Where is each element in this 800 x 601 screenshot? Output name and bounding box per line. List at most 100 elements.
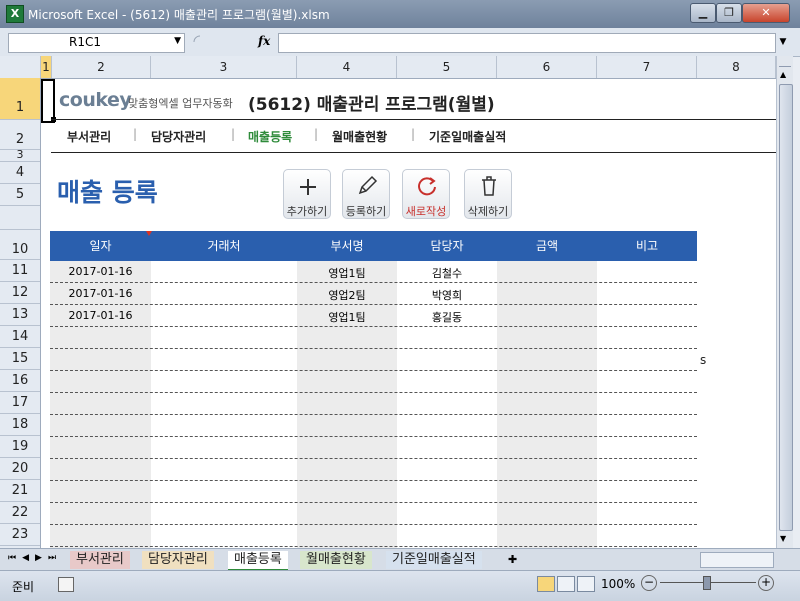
- vertical-scrollbar[interactable]: ▲ ▼: [776, 56, 793, 548]
- scrollbar-thumb[interactable]: [779, 84, 793, 531]
- add-button[interactable]: 추가하기: [283, 169, 331, 219]
- cell-date[interactable]: 2017-01-16: [50, 287, 151, 300]
- column-header-8[interactable]: 8: [697, 56, 776, 78]
- row-divider: [50, 414, 697, 415]
- sheet-tab-manager[interactable]: 담당자관리: [142, 551, 214, 569]
- row-header-item[interactable]: 13: [0, 304, 40, 326]
- split-handle-icon[interactable]: [779, 58, 791, 67]
- insert-sheet-icon[interactable]: ✚: [508, 553, 517, 566]
- row-header-item[interactable]: 12: [0, 282, 40, 304]
- divider-handle-icon[interactable]: [188, 33, 260, 51]
- zoom-slider-thumb[interactable]: [703, 576, 711, 590]
- scroll-up-icon[interactable]: ▲: [780, 70, 786, 79]
- menu-baseline-sales[interactable]: 기준일매출실적: [429, 128, 506, 145]
- delete-button-label: 삭제하기: [467, 205, 509, 218]
- tab-nav-arrows-icon[interactable]: ⏮◀▶⏭: [8, 553, 62, 563]
- restore-button[interactable]: ❐: [716, 3, 742, 23]
- row-header-item[interactable]: 16: [0, 370, 40, 392]
- row-divider: [50, 436, 697, 437]
- row-header-item[interactable]: 2: [0, 120, 40, 150]
- delete-button[interactable]: 삭제하기: [464, 169, 512, 219]
- zoom-out-icon[interactable]: −: [641, 575, 657, 591]
- row-header-item[interactable]: 23: [0, 524, 40, 546]
- row-header-item[interactable]: 14: [0, 326, 40, 348]
- sheet-tab-bar: ⏮◀▶⏭ 부서관리 담당자관리 매출등록 월매출현황 기준일매출실적 ✚: [0, 548, 800, 571]
- zoom-in-icon[interactable]: +: [758, 575, 774, 591]
- column-header-5[interactable]: 5: [397, 56, 497, 78]
- row-header-item[interactable]: 15: [0, 348, 40, 370]
- cell-manager[interactable]: 박영희: [397, 287, 497, 303]
- expand-formula-icon[interactable]: ▼: [776, 33, 790, 51]
- name-box[interactable]: R1C1 ▼: [8, 33, 185, 53]
- register-button[interactable]: 등록하기: [342, 169, 390, 219]
- row-header: 1 2 3 4 5 10 11 12 13 14 15 16 17 18 19 …: [0, 78, 41, 548]
- cell-date[interactable]: 2017-01-16: [50, 265, 151, 278]
- row-header-item[interactable]: 18: [0, 414, 40, 436]
- minimize-button[interactable]: ▁: [690, 3, 716, 23]
- close-button[interactable]: ✕: [742, 3, 790, 23]
- zoom-level[interactable]: 100%: [601, 577, 635, 591]
- row-header-item[interactable]: 10: [0, 230, 40, 260]
- row-header-item[interactable]: 5: [0, 184, 40, 206]
- cell-department[interactable]: 영업2팀: [297, 287, 397, 303]
- column-header-2[interactable]: 2: [52, 56, 151, 78]
- row-header-hidden[interactable]: [0, 206, 40, 230]
- normal-view-icon[interactable]: [537, 576, 555, 592]
- cell-manager[interactable]: 김철수: [397, 265, 497, 281]
- menu-manager[interactable]: 담당자관리: [151, 128, 206, 145]
- table-header-amount: 금액: [535, 239, 559, 253]
- row-header-item[interactable]: 22: [0, 502, 40, 524]
- table-header: 일자 거래처 부서명 담당자 금액 비고: [50, 231, 697, 261]
- row-header-item[interactable]: 4: [0, 162, 40, 184]
- scroll-down-icon[interactable]: ▼: [780, 534, 786, 543]
- cell-department[interactable]: 영업1팀: [297, 309, 397, 325]
- menu-separator: |: [133, 127, 138, 141]
- worksheet[interactable]: coukey 맞춤형엑셀 업무자동화 (5612) 매출관리 프로그램(월별) …: [41, 79, 776, 548]
- new-entry-button-label: 새로작성: [405, 205, 447, 218]
- row-header-item[interactable]: 1: [0, 78, 40, 120]
- table-header-note: 비고: [635, 239, 659, 253]
- column-header-1[interactable]: 1: [41, 56, 52, 78]
- chevron-down-icon[interactable]: ▼: [174, 36, 181, 46]
- formula-input[interactable]: [278, 33, 776, 53]
- row-header-item[interactable]: 17: [0, 392, 40, 414]
- column-header: 1 2 3 4 5 6 7 8: [0, 56, 776, 79]
- row-header-item[interactable]: 3: [0, 149, 40, 162]
- menu-separator: |: [411, 127, 416, 141]
- row-header-item[interactable]: 20: [0, 458, 40, 480]
- sheet-tab-monthly-sales[interactable]: 월매출현황: [300, 551, 372, 569]
- row-header-item[interactable]: 21: [0, 480, 40, 502]
- insert-function-icon[interactable]: fx: [258, 34, 270, 48]
- cell-manager[interactable]: 홍길동: [397, 309, 497, 325]
- row-header-item[interactable]: 19: [0, 436, 40, 458]
- formula-divider: [188, 33, 260, 51]
- macro-record-icon[interactable]: [58, 577, 74, 592]
- formula-bar: R1C1 ▼ fx ▼: [0, 28, 800, 57]
- page-layout-view-icon[interactable]: [557, 576, 575, 592]
- menu-sales-register[interactable]: 매출등록: [248, 128, 292, 145]
- column-header-4[interactable]: 4: [297, 56, 397, 78]
- stray-cell-text[interactable]: s: [700, 353, 706, 367]
- cell-department[interactable]: 영업1팀: [297, 265, 397, 281]
- row-header-item[interactable]: 11: [0, 260, 40, 282]
- column-header-6[interactable]: 6: [497, 56, 597, 78]
- row-divider: [50, 458, 697, 459]
- row-divider: [50, 524, 697, 525]
- register-button-label: 등록하기: [345, 205, 387, 218]
- sheet-tab-dept[interactable]: 부서관리: [70, 551, 130, 569]
- page-break-view-icon[interactable]: [577, 576, 595, 592]
- column-header-3[interactable]: 3: [151, 56, 297, 78]
- cell-date[interactable]: 2017-01-16: [50, 309, 151, 322]
- menu-dept[interactable]: 부서관리: [67, 128, 111, 145]
- menu-monthly-sales[interactable]: 월매출현황: [332, 128, 387, 145]
- row-divider: [50, 348, 697, 349]
- excel-icon[interactable]: X: [6, 5, 24, 23]
- new-entry-button[interactable]: 새로작성: [402, 169, 450, 219]
- sheet-tab-baseline-sales[interactable]: 기준일매출실적: [386, 551, 482, 569]
- row-divider: [50, 304, 697, 305]
- horizontal-scrollbar[interactable]: [700, 552, 774, 568]
- column-header-7[interactable]: 7: [597, 56, 697, 78]
- sheet-tab-sales-register[interactable]: 매출등록: [228, 551, 288, 571]
- select-all-corner[interactable]: [0, 56, 41, 78]
- name-box-value: R1C1: [69, 35, 101, 49]
